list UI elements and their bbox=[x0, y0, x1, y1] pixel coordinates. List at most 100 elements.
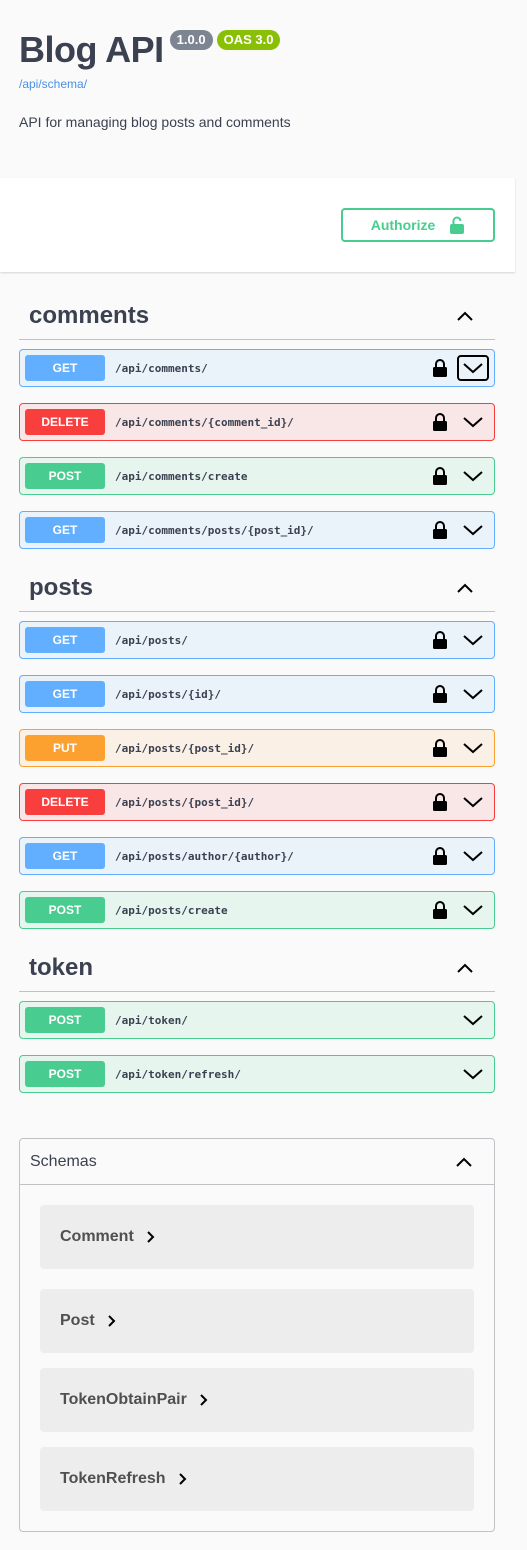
chevron-up-icon bbox=[457, 583, 473, 593]
chevron-down-icon bbox=[463, 525, 483, 536]
operation-post[interactable]: POST/api/posts/create bbox=[19, 891, 495, 929]
chevron-down-icon bbox=[463, 1069, 483, 1080]
chevron-right-icon bbox=[147, 1231, 155, 1243]
method-badge: PUT bbox=[25, 735, 105, 761]
schema-item-comment[interactable]: Comment bbox=[40, 1205, 474, 1269]
expand-operation-button[interactable] bbox=[457, 1061, 489, 1087]
chevron-down-icon bbox=[463, 797, 483, 808]
operation-post[interactable]: POST/api/token/refresh/ bbox=[19, 1055, 495, 1093]
method-badge: DELETE bbox=[25, 789, 105, 815]
lock-icon[interactable] bbox=[433, 901, 447, 919]
method-badge: POST bbox=[25, 897, 105, 923]
method-badge: DELETE bbox=[25, 409, 105, 435]
chevron-up-icon bbox=[456, 1157, 472, 1167]
tag-header[interactable]: comments bbox=[19, 292, 495, 340]
unlock-icon bbox=[450, 216, 465, 234]
schemas-header[interactable]: Schemas bbox=[20, 1139, 494, 1185]
endpoint-path: /api/posts/ bbox=[115, 633, 188, 647]
schema-name: Comment bbox=[60, 1228, 134, 1245]
chevron-down-icon bbox=[463, 689, 483, 700]
lock-icon[interactable] bbox=[433, 793, 447, 811]
schema-name: TokenObtainPair bbox=[60, 1391, 187, 1408]
tag-section-comments: comments bbox=[19, 292, 495, 340]
expand-operation-button[interactable] bbox=[457, 681, 489, 707]
operation-put[interactable]: PUT/api/posts/{post_id}/ bbox=[19, 729, 495, 767]
operation-get[interactable]: GET/api/posts/{id}/ bbox=[19, 675, 495, 713]
operation-get[interactable]: GET/api/posts/ bbox=[19, 621, 495, 659]
operation-post[interactable]: POST/api/comments/create bbox=[19, 457, 495, 495]
endpoint-path: /api/token/ bbox=[115, 1013, 188, 1027]
lock-icon[interactable] bbox=[433, 685, 447, 703]
chevron-down-icon bbox=[463, 851, 483, 862]
endpoint-path: /api/posts/{post_id}/ bbox=[115, 741, 255, 755]
api-description: API for managing blog posts and comments bbox=[19, 114, 291, 130]
tag-header[interactable]: token bbox=[19, 944, 495, 992]
expand-operation-button[interactable] bbox=[457, 463, 489, 489]
lock-icon[interactable] bbox=[433, 521, 447, 539]
method-badge: GET bbox=[25, 843, 105, 869]
schema-item-post[interactable]: Post bbox=[40, 1289, 474, 1353]
tag-section-posts: posts bbox=[19, 564, 495, 612]
lock-icon[interactable] bbox=[433, 359, 447, 377]
method-badge: POST bbox=[25, 1007, 105, 1033]
method-badge: GET bbox=[25, 627, 105, 653]
api-info: Blog API 1.0.0 OAS 3.0 /api/schema/ API … bbox=[19, 28, 509, 130]
schema-link[interactable]: /api/schema/ bbox=[19, 77, 87, 91]
schemas-title: Schemas bbox=[30, 1152, 97, 1170]
endpoint-path: /api/comments/create bbox=[115, 469, 248, 483]
operation-get[interactable]: GET/api/posts/author/{author}/ bbox=[19, 837, 495, 875]
expand-operation-button[interactable] bbox=[457, 517, 489, 543]
endpoint-path: /api/posts/{id}/ bbox=[115, 687, 221, 701]
method-badge: GET bbox=[25, 517, 105, 543]
page-title: Blog API bbox=[19, 29, 164, 70]
oas-badge: OAS 3.0 bbox=[216, 30, 281, 50]
operation-get[interactable]: GET/api/comments/posts/{post_id}/ bbox=[19, 511, 495, 549]
lock-icon[interactable] bbox=[433, 739, 447, 757]
chevron-down-icon bbox=[463, 471, 483, 482]
operation-get[interactable]: GET/api/comments/ bbox=[19, 349, 495, 387]
method-badge: POST bbox=[25, 1061, 105, 1087]
expand-operation-button[interactable] bbox=[457, 735, 489, 761]
tag-header[interactable]: posts bbox=[19, 564, 495, 612]
endpoint-path: /api/posts/author/{author}/ bbox=[115, 849, 294, 863]
operation-delete[interactable]: DELETE/api/comments/{comment_id}/ bbox=[19, 403, 495, 441]
endpoint-path: /api/comments/posts/{post_id}/ bbox=[115, 523, 314, 537]
expand-operation-button[interactable] bbox=[457, 1007, 489, 1033]
endpoint-path: /api/comments/{comment_id}/ bbox=[115, 415, 294, 429]
method-badge: GET bbox=[25, 355, 105, 381]
chevron-down-icon bbox=[463, 635, 483, 646]
operation-delete[interactable]: DELETE/api/posts/{post_id}/ bbox=[19, 783, 495, 821]
tag-name: token bbox=[29, 953, 94, 981]
expand-operation-button[interactable] bbox=[457, 789, 489, 815]
schema-item-tokenobtainpair[interactable]: TokenObtainPair bbox=[40, 1368, 474, 1432]
endpoint-path: /api/token/refresh/ bbox=[115, 1067, 241, 1081]
schema-item-tokenrefresh[interactable]: TokenRefresh bbox=[40, 1447, 474, 1511]
lock-icon[interactable] bbox=[433, 847, 447, 865]
expand-operation-button[interactable] bbox=[457, 355, 489, 381]
chevron-down-icon bbox=[463, 417, 483, 428]
authorize-label: Authorize bbox=[370, 217, 436, 233]
scheme-container: Authorize bbox=[0, 178, 515, 272]
chevron-down-icon bbox=[463, 905, 483, 916]
tag-name: posts bbox=[29, 573, 94, 601]
chevron-right-icon bbox=[200, 1394, 208, 1406]
chevron-up-icon bbox=[457, 963, 473, 973]
lock-icon[interactable] bbox=[433, 631, 447, 649]
expand-operation-button[interactable] bbox=[457, 409, 489, 435]
lock-icon[interactable] bbox=[433, 467, 447, 485]
method-badge: GET bbox=[25, 681, 105, 707]
chevron-up-icon bbox=[457, 311, 473, 321]
authorize-button[interactable]: Authorize bbox=[341, 208, 495, 242]
schema-name: TokenRefresh bbox=[60, 1470, 166, 1487]
expand-operation-button[interactable] bbox=[457, 897, 489, 923]
expand-operation-button[interactable] bbox=[457, 627, 489, 653]
chevron-right-icon bbox=[178, 1473, 186, 1485]
chevron-down-icon bbox=[463, 743, 483, 754]
lock-icon[interactable] bbox=[433, 413, 447, 431]
operation-post[interactable]: POST/api/token/ bbox=[19, 1001, 495, 1039]
tag-section-token: token bbox=[19, 944, 495, 992]
expand-operation-button[interactable] bbox=[457, 843, 489, 869]
schemas-section: Schemas Comment Post TokenObtainPair Tok… bbox=[19, 1138, 495, 1532]
title-row: Blog API 1.0.0 OAS 3.0 bbox=[19, 28, 509, 72]
endpoint-path: /api/posts/create bbox=[115, 903, 228, 917]
